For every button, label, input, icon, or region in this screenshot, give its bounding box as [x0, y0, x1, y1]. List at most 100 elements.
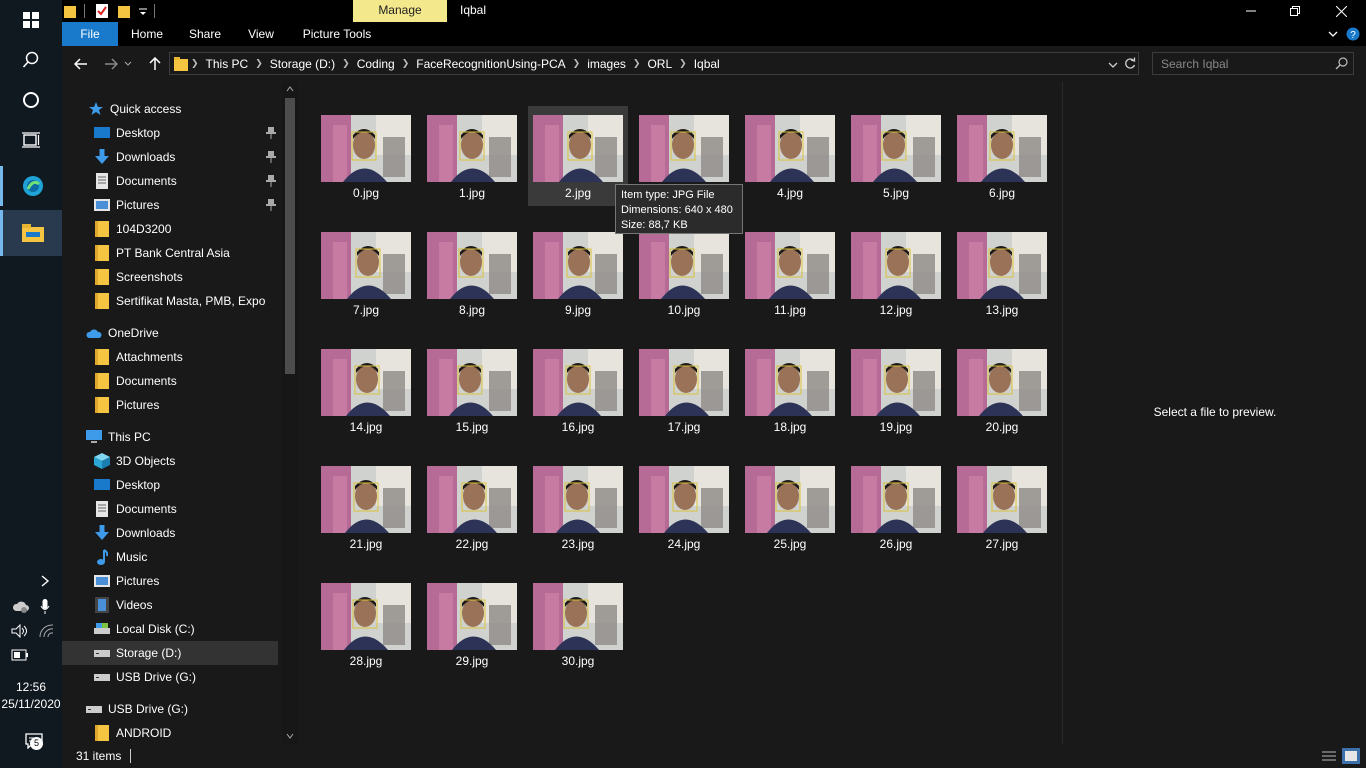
file-item[interactable]: 0.jpg: [316, 106, 416, 206]
nav-qa-documents[interactable]: Documents: [62, 169, 278, 193]
battery-tray-button[interactable]: [10, 646, 30, 664]
file-item[interactable]: 8.jpg: [422, 223, 522, 323]
nav-qa-sertifikat[interactable]: Sertifikat Masta, PMB, Expo: [62, 289, 278, 313]
tab-manage[interactable]: Manage: [353, 0, 447, 22]
search-box[interactable]: [1152, 52, 1354, 75]
breadcrumb-orl[interactable]: ORL: [643, 57, 676, 71]
nav-onedrive[interactable]: OneDrive: [62, 321, 278, 345]
up-button[interactable]: [145, 54, 165, 74]
pin-icon[interactable]: [266, 199, 276, 211]
ribbon-expand-button[interactable]: [1324, 22, 1342, 46]
nav-od-documents[interactable]: Documents: [62, 369, 278, 393]
task-view-button[interactable]: [0, 120, 62, 160]
forward-button[interactable]: [101, 54, 121, 74]
nav-qa-desktop[interactable]: Desktop: [62, 121, 278, 145]
nav-pc-local-disk-c[interactable]: Local Disk (C:): [62, 617, 278, 641]
network-tray-button[interactable]: [36, 622, 56, 640]
file-item[interactable]: 15.jpg: [422, 340, 522, 440]
nav-pc-3d-objects[interactable]: 3D Objects: [62, 449, 278, 473]
pin-icon[interactable]: [266, 127, 276, 139]
address-bar[interactable]: ❯ This PC ❯ Storage (D:) ❯ Coding ❯ Face…: [169, 52, 1139, 75]
start-button[interactable]: [0, 0, 62, 40]
nav-usb-android[interactable]: ANDROID: [62, 721, 278, 744]
file-item[interactable]: 30.jpg: [528, 574, 628, 674]
file-item[interactable]: 19.jpg: [846, 340, 946, 440]
breadcrumb-separator[interactable]: ❯: [399, 58, 413, 69]
file-item[interactable]: 5.jpg: [846, 106, 946, 206]
breadcrumb-coding[interactable]: Coding: [353, 57, 399, 71]
file-item[interactable]: 11.jpg: [740, 223, 840, 323]
help-button[interactable]: ?: [1344, 22, 1362, 46]
file-item[interactable]: 28.jpg: [316, 574, 416, 674]
file-item[interactable]: 12.jpg: [846, 223, 946, 323]
breadcrumb-iqbal[interactable]: Iqbal: [690, 57, 724, 71]
breadcrumb-project[interactable]: FaceRecognitionUsing-PCA: [412, 57, 569, 71]
file-item[interactable]: 18.jpg: [740, 340, 840, 440]
file-item[interactable]: 6.jpg: [952, 106, 1052, 206]
clock-time[interactable]: 12:56: [0, 680, 62, 694]
search-button[interactable]: [0, 40, 62, 80]
file-item[interactable]: 22.jpg: [422, 457, 522, 557]
nav-pc-usb-drive-g[interactable]: USB Drive (G:): [62, 665, 278, 689]
file-item[interactable]: 29.jpg: [422, 574, 522, 674]
scroll-down-icon[interactable]: [286, 733, 294, 739]
file-item[interactable]: 2.jpg: [528, 106, 628, 206]
refresh-button[interactable]: [1124, 56, 1136, 73]
breadcrumb-separator[interactable]: ❯: [252, 58, 266, 69]
nav-usb-drive-g[interactable]: USB Drive (G:): [62, 697, 278, 721]
nav-pc-desktop[interactable]: Desktop: [62, 473, 278, 497]
file-item[interactable]: 20.jpg: [952, 340, 1052, 440]
file-item[interactable]: 9.jpg: [528, 223, 628, 323]
nav-pc-downloads[interactable]: Downloads: [62, 521, 278, 545]
nav-qa-screenshots[interactable]: Screenshots: [62, 265, 278, 289]
taskbar-app-file-explorer[interactable]: [0, 210, 62, 256]
search-icon[interactable]: [1335, 57, 1348, 70]
nav-qa-pt-bank-central-asia[interactable]: PT Bank Central Asia: [62, 241, 278, 265]
breadcrumb-this-pc[interactable]: This PC: [202, 57, 253, 71]
nav-qa-downloads[interactable]: Downloads: [62, 145, 278, 169]
file-item[interactable]: 13.jpg: [952, 223, 1052, 323]
breadcrumb-separator[interactable]: ❯: [570, 58, 584, 69]
tab-view[interactable]: View: [238, 22, 284, 46]
scrollbar-thumb[interactable]: [285, 98, 295, 374]
pin-icon[interactable]: [266, 151, 276, 163]
file-item[interactable]: 10.jpg: [634, 223, 734, 323]
cortana-button[interactable]: [0, 80, 62, 120]
nav-qa-104d3200[interactable]: 104D3200: [62, 217, 278, 241]
breadcrumb-separator[interactable]: ❯: [630, 58, 644, 69]
action-center-button[interactable]: 5: [20, 728, 48, 754]
restore-button[interactable]: [1272, 0, 1318, 22]
recent-locations-button[interactable]: [122, 54, 134, 74]
breadcrumb-storage[interactable]: Storage (D:): [266, 57, 339, 71]
tab-share[interactable]: Share: [180, 22, 230, 46]
tab-home[interactable]: Home: [122, 22, 172, 46]
back-button[interactable]: [71, 54, 91, 74]
large-icons-view-icon[interactable]: [1342, 748, 1360, 764]
nav-pc-videos[interactable]: Videos: [62, 593, 278, 617]
nav-qa-pictures[interactable]: Pictures: [62, 193, 278, 217]
breadcrumb-separator[interactable]: ❯: [188, 58, 202, 69]
file-item[interactable]: 21.jpg: [316, 457, 416, 557]
nav-pc-pictures[interactable]: Pictures: [62, 569, 278, 593]
nav-this-pc[interactable]: This PC: [62, 425, 278, 449]
file-item[interactable]: 25.jpg: [740, 457, 840, 557]
new-folder-icon[interactable]: [118, 4, 130, 18]
file-item[interactable]: 4.jpg: [740, 106, 840, 206]
search-input[interactable]: [1153, 53, 1323, 74]
file-item[interactable]: 1.jpg: [422, 106, 522, 206]
show-hidden-icons-button[interactable]: [36, 572, 54, 590]
file-item[interactable]: 14.jpg: [316, 340, 416, 440]
tab-picture-tools[interactable]: Picture Tools: [294, 22, 380, 46]
onedrive-tray-button[interactable]: [10, 598, 32, 616]
nav-pc-documents[interactable]: Documents: [62, 497, 278, 521]
address-history-button[interactable]: [1108, 58, 1118, 72]
nav-pc-music[interactable]: Music: [62, 545, 278, 569]
file-item[interactable]: 17.jpg: [634, 340, 734, 440]
microphone-tray-button[interactable]: [36, 598, 54, 616]
file-item[interactable]: 7.jpg: [316, 223, 416, 323]
tab-file[interactable]: File: [62, 22, 118, 46]
file-item[interactable]: 24.jpg: [634, 457, 734, 557]
breadcrumb-separator[interactable]: ❯: [339, 58, 353, 69]
volume-tray-button[interactable]: [10, 622, 30, 640]
nav-pc-storage-d[interactable]: Storage (D:): [62, 641, 278, 665]
